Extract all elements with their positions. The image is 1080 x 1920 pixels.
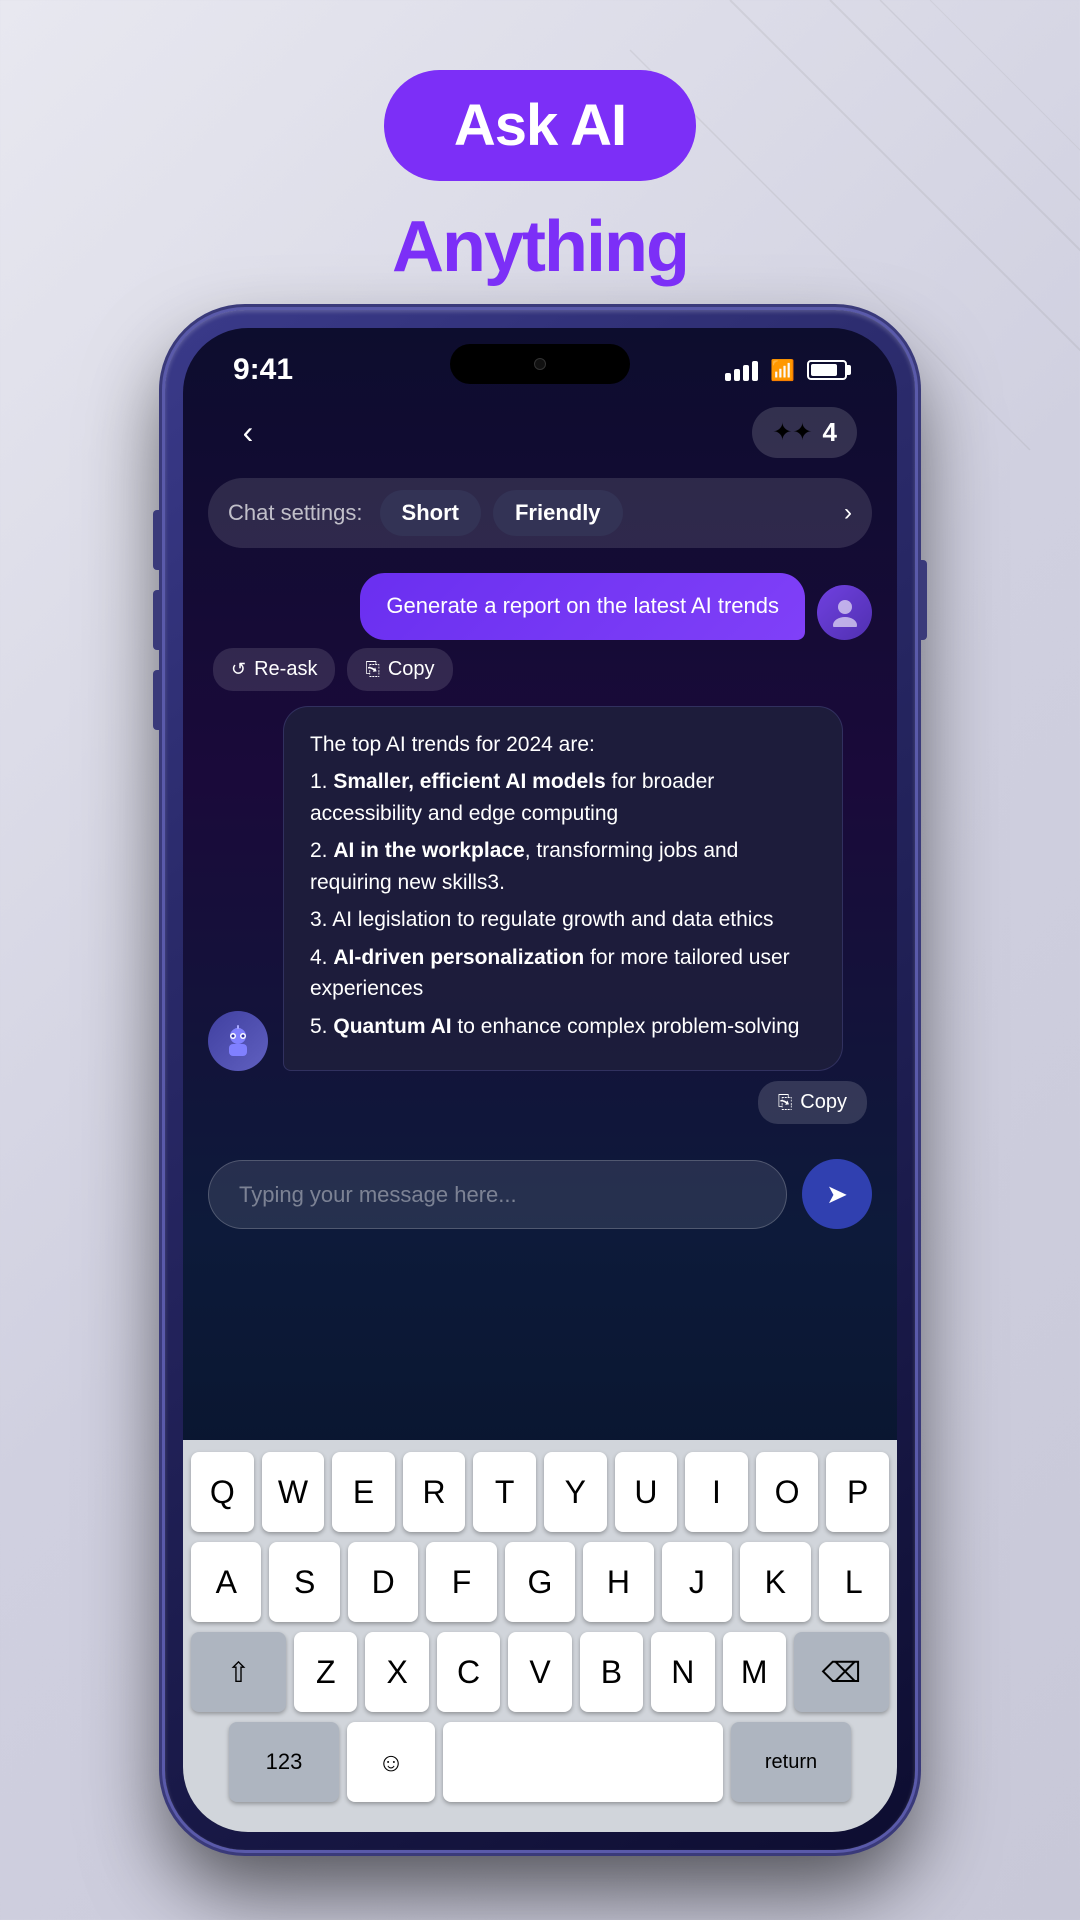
key-y[interactable]: Y (544, 1452, 607, 1532)
back-button[interactable]: ‹ (223, 408, 273, 458)
signal-icon (725, 359, 758, 381)
key-e[interactable]: E (332, 1452, 395, 1532)
message-actions: ↺ Re-ask ⎘ Copy (208, 648, 872, 691)
copy-button-user[interactable]: ⎘ Copy (347, 648, 452, 691)
key-l[interactable]: L (819, 1542, 889, 1622)
send-icon: ➤ (826, 1179, 848, 1210)
user-bubble: Generate a report on the latest AI trend… (360, 573, 805, 640)
status-bar: 9:41 📶 (183, 328, 897, 397)
key-g[interactable]: G (505, 1542, 575, 1622)
reask-button[interactable]: ↺ Re-ask (213, 648, 335, 691)
battery-icon (807, 360, 847, 380)
key-z[interactable]: Z (294, 1632, 357, 1712)
status-time: 9:41 (233, 353, 293, 387)
key-shift[interactable]: ⇧ (191, 1632, 286, 1712)
key-q[interactable]: Q (191, 1452, 254, 1532)
phone-mockup: 9:41 📶 (165, 310, 915, 1850)
key-k[interactable]: K (740, 1542, 810, 1622)
copy-icon-user: ⎘ (365, 659, 379, 680)
ai-item-1: 1. Smaller, efficient AI models for broa… (310, 766, 816, 829)
settings-chevron-icon: › (844, 499, 852, 527)
ai-item-5: 5. Quantum AI to enhance complex problem… (310, 1011, 816, 1043)
input-area: Typing your message here... ➤ (183, 1149, 897, 1249)
key-i[interactable]: I (685, 1452, 748, 1532)
settings-chip-short[interactable]: Short (380, 490, 481, 536)
key-o[interactable]: O (756, 1452, 819, 1532)
settings-chip-friendly[interactable]: Friendly (493, 490, 623, 536)
key-u[interactable]: U (615, 1452, 678, 1532)
ai-avatar (208, 1011, 268, 1071)
ai-item-3: 3. AI legislation to regulate growth and… (310, 904, 816, 936)
ask-ai-text: Ask AI (454, 93, 626, 158)
key-c[interactable]: C (437, 1632, 500, 1712)
key-emoji[interactable]: ☺ (347, 1722, 435, 1802)
message-input[interactable]: Typing your message here... (208, 1160, 787, 1229)
key-b[interactable]: B (580, 1632, 643, 1712)
key-delete[interactable]: ⌫ (794, 1632, 889, 1712)
reask-label: Re-ask (254, 658, 317, 681)
send-button[interactable]: ➤ (802, 1159, 872, 1229)
reask-icon: ↺ (231, 659, 246, 680)
ai-response-intro: The top AI trends for 2024 are: (310, 729, 816, 761)
phone-screen: 9:41 📶 (183, 328, 897, 1832)
keyboard-row-4: 123 ☺ return (191, 1722, 889, 1802)
key-w[interactable]: W (262, 1452, 325, 1532)
key-return[interactable]: return (731, 1722, 851, 1802)
ai-item-2: 2. AI in the workplace, transforming job… (310, 835, 816, 898)
copy-label-user: Copy (388, 658, 435, 681)
key-v[interactable]: V (508, 1632, 571, 1712)
chat-area: Generate a report on the latest AI trend… (183, 563, 897, 1149)
chat-settings-bar[interactable]: Chat settings: Short Friendly › (208, 478, 872, 548)
phone-outer: 9:41 📶 (165, 310, 915, 1850)
key-j[interactable]: J (662, 1542, 732, 1622)
keyboard-row-3: ⇧ Z X C V B N M ⌫ (191, 1632, 889, 1712)
key-d[interactable]: D (348, 1542, 418, 1622)
sparkle-icon: ✦✦ (772, 418, 812, 447)
copy-icon-ai: ⎘ (778, 1092, 792, 1113)
keyboard-row-1: Q W E R T Y U I O P (191, 1452, 889, 1532)
credits-badge[interactable]: ✦✦ 4 (752, 407, 857, 458)
key-r[interactable]: R (403, 1452, 466, 1532)
key-a[interactable]: A (191, 1542, 261, 1622)
ask-ai-badge: Ask AI (384, 70, 696, 181)
key-f[interactable]: F (426, 1542, 496, 1622)
user-message-text: Generate a report on the latest AI trend… (386, 593, 779, 618)
key-h[interactable]: H (583, 1542, 653, 1622)
key-space[interactable] (443, 1722, 723, 1802)
back-chevron-icon: ‹ (243, 414, 254, 451)
user-avatar (817, 585, 872, 640)
status-icons: 📶 (725, 358, 847, 383)
key-x[interactable]: X (365, 1632, 428, 1712)
key-t[interactable]: T (473, 1452, 536, 1532)
credits-count: 4 (823, 417, 837, 448)
input-placeholder: Typing your message here... (239, 1182, 517, 1207)
header: Ask AI Anything (0, 0, 1080, 288)
copy-label-ai: Copy (800, 1091, 847, 1114)
key-s[interactable]: S (269, 1542, 339, 1622)
user-message-row: Generate a report on the latest AI trend… (208, 573, 872, 640)
settings-label: Chat settings: (228, 500, 363, 526)
nav-bar: ‹ ✦✦ 4 (183, 397, 897, 473)
copy-button-ai[interactable]: ⎘ Copy (758, 1081, 867, 1124)
ai-bubble: The top AI trends for 2024 are: 1. Small… (283, 706, 843, 1072)
wifi-icon: 📶 (770, 358, 795, 383)
keyboard: Q W E R T Y U I O P A S D F G H (183, 1440, 897, 1832)
key-m[interactable]: M (723, 1632, 786, 1712)
copy-btn-row: ⎘ Copy (213, 1081, 867, 1124)
key-n[interactable]: N (651, 1632, 714, 1712)
anything-text: Anything (0, 206, 1080, 288)
keyboard-row-2: A S D F G H J K L (191, 1542, 889, 1622)
key-p[interactable]: P (826, 1452, 889, 1532)
key-numbers[interactable]: 123 (229, 1722, 339, 1802)
ai-message-row: The top AI trends for 2024 are: 1. Small… (208, 706, 872, 1072)
ai-item-4: 4. AI-driven personalization for more ta… (310, 942, 816, 1005)
